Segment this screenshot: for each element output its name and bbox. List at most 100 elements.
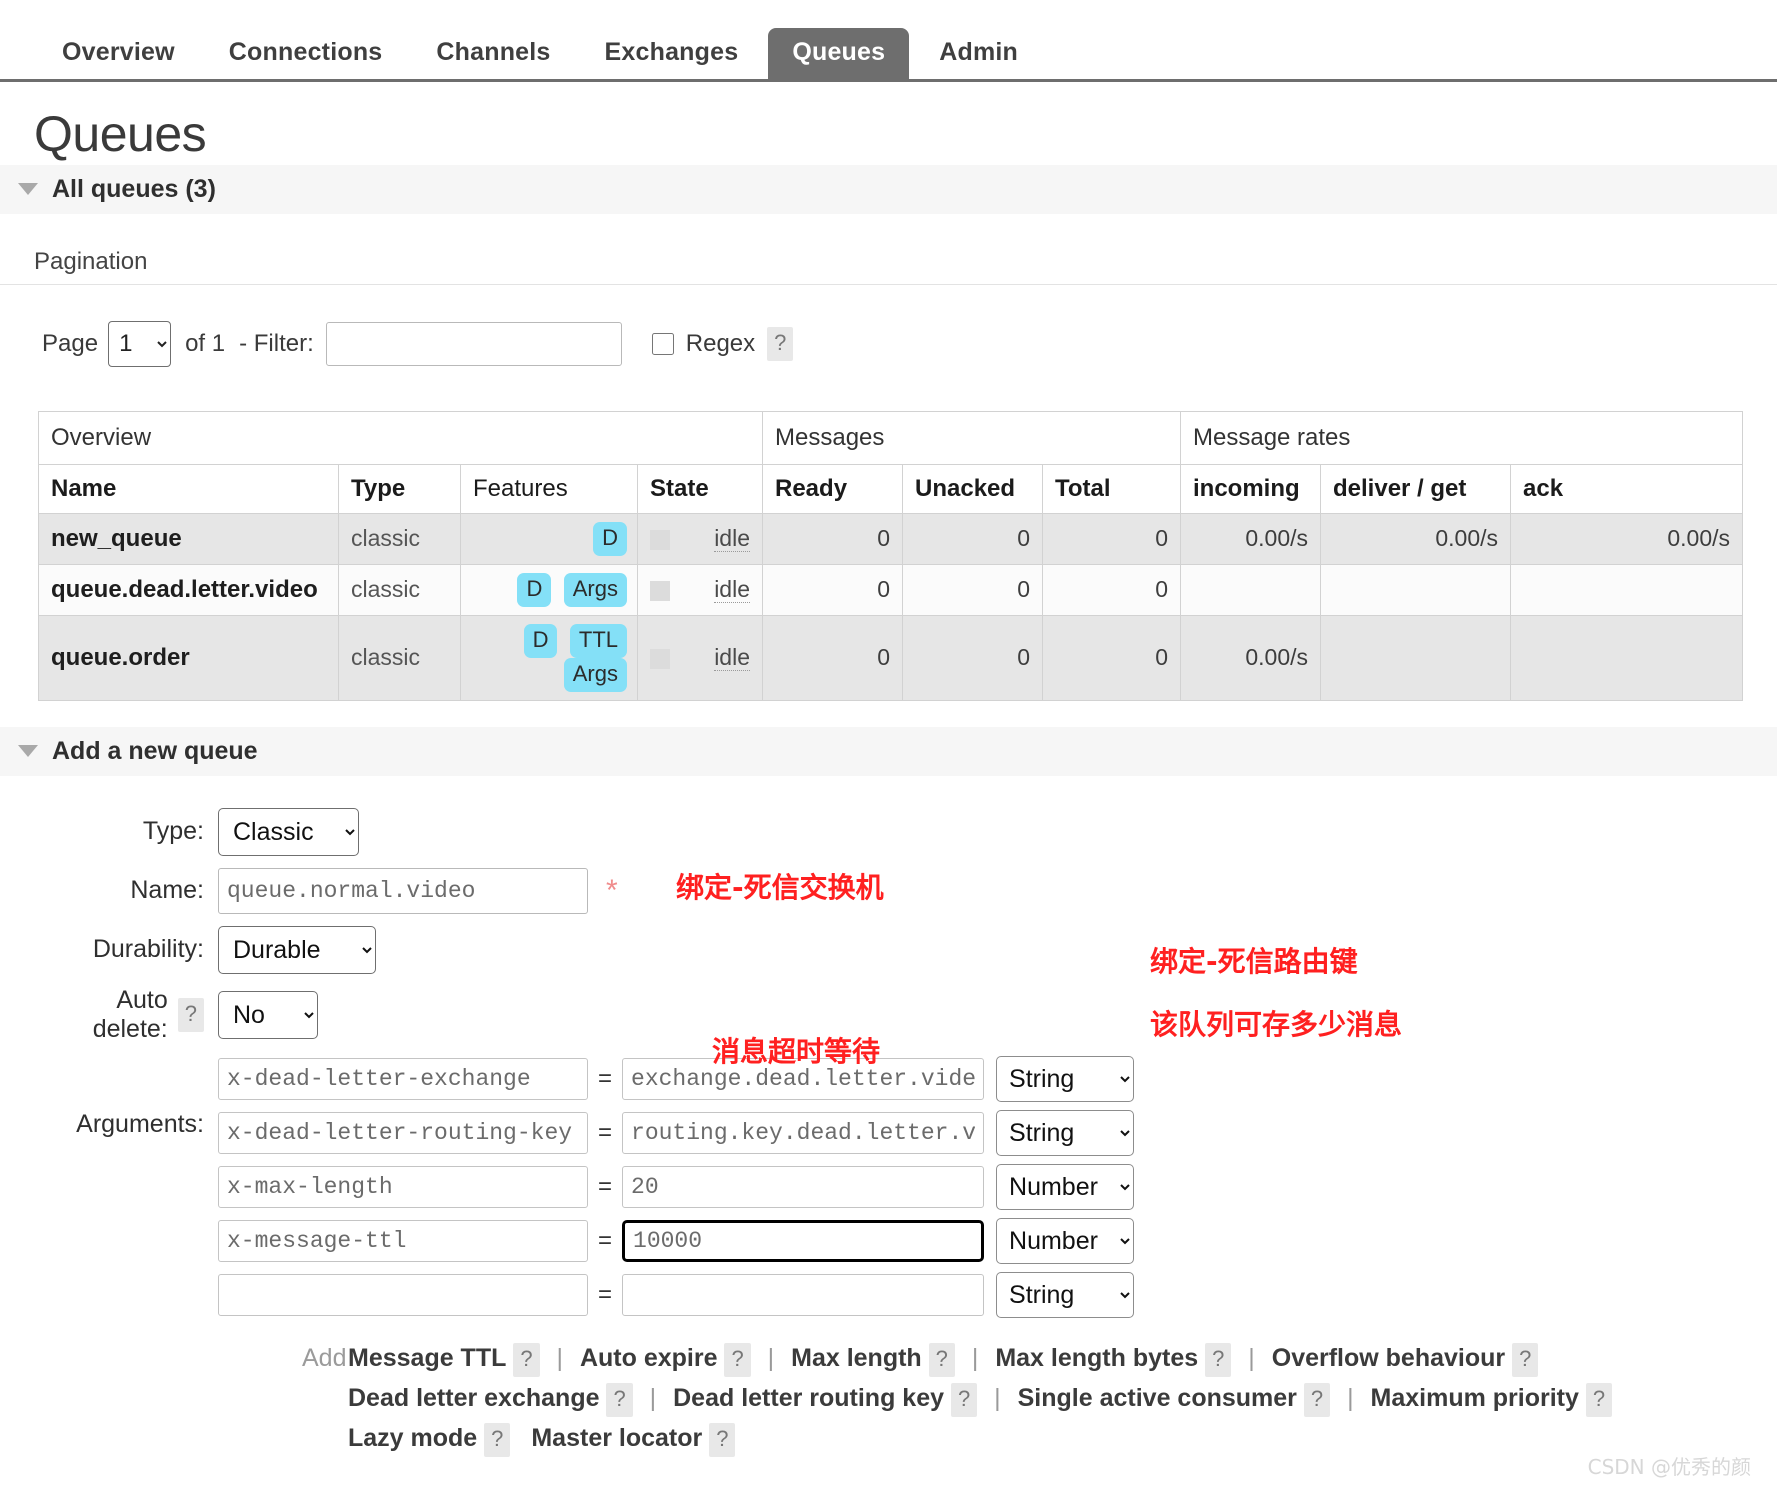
queue-ready-cell: 0 [762, 512, 903, 565]
group-header-messages: Messages [762, 410, 1181, 465]
auto-expire-help-icon[interactable]: ? [724, 1342, 751, 1377]
column-header-type[interactable]: Type [338, 463, 461, 514]
queue-unacked-cell: 0 [902, 614, 1043, 701]
argument-presets: Add Message TTL ? | Auto expire ? | Max … [40, 1338, 1777, 1458]
preset-overflow-behaviour[interactable]: Overflow behaviour [1272, 1344, 1505, 1372]
column-header-ready[interactable]: Ready [762, 463, 903, 514]
auto-delete-select[interactable]: No [218, 990, 318, 1039]
queue-total-cell: 0 [1042, 512, 1181, 565]
preset-separator: | [649, 1383, 657, 1412]
table-row[interactable]: new_queue classic D idle 0 0 0 0.00/s 0.… [38, 512, 1743, 565]
argument-type-select[interactable]: Number [996, 1163, 1135, 1210]
column-header-features[interactable]: Features [460, 463, 638, 514]
preset-separator: | [1248, 1343, 1255, 1372]
state-indicator-icon [650, 580, 671, 601]
queue-name-cell[interactable]: queue.order [38, 614, 339, 701]
queue-features-cell: D Args [460, 563, 638, 616]
lazy-mode-help-icon[interactable]: ? [484, 1422, 511, 1457]
column-header-deliver-get[interactable]: deliver / get [1320, 463, 1511, 514]
preset-auto-expire[interactable]: Auto expire [580, 1344, 718, 1372]
arguments-label: Arguments: [76, 1109, 204, 1138]
queue-ready-cell: 0 [762, 563, 903, 616]
durability-select[interactable]: Durable [218, 925, 376, 974]
argument-key-input[interactable] [218, 1219, 588, 1262]
column-header-total[interactable]: Total [1042, 463, 1181, 514]
state-text: idle [714, 644, 750, 671]
argument-type-select[interactable]: String [996, 1055, 1135, 1102]
argument-row: = Number [218, 1217, 1135, 1264]
column-header-name[interactable]: Name [38, 463, 339, 514]
argument-type-select[interactable]: Number [996, 1217, 1135, 1264]
queue-name-cell[interactable]: queue.dead.letter.video [38, 563, 339, 616]
queue-type-select[interactable]: Classic [218, 807, 359, 856]
nav-tab-overview[interactable]: Overview [38, 28, 199, 79]
queue-name-cell[interactable]: new_queue [38, 512, 339, 565]
preset-message-ttl[interactable]: Message TTL [348, 1344, 506, 1372]
collapse-caret-icon[interactable] [18, 745, 38, 757]
message-ttl-help-icon[interactable]: ? [513, 1342, 540, 1377]
master-locator-help-icon[interactable]: ? [709, 1422, 736, 1457]
queue-type-cell: classic [338, 563, 461, 616]
queue-incoming-cell [1180, 563, 1321, 616]
nav-tab-exchanges[interactable]: Exchanges [581, 28, 763, 79]
argument-value-holder [622, 1111, 985, 1154]
preset-max-length-bytes[interactable]: Max length bytes [995, 1344, 1198, 1372]
state-text: idle [714, 525, 750, 552]
preset-master-locator[interactable]: Master locator [531, 1424, 702, 1452]
column-header-unacked[interactable]: Unacked [902, 463, 1043, 514]
argument-key-input[interactable] [218, 1165, 588, 1208]
filter-input[interactable] [325, 321, 622, 366]
argument-type-select[interactable]: String [996, 1271, 1135, 1318]
nav-tab-channels[interactable]: Channels [412, 28, 574, 79]
add-queue-form: Type: Classic Name: * Durability: Durabl… [0, 807, 1777, 1458]
dead-letter-routing-key-help-icon[interactable]: ? [950, 1382, 978, 1417]
argument-key-input[interactable] [218, 1111, 588, 1154]
add-queue-section-header[interactable]: Add a new queue [0, 726, 1777, 776]
collapse-caret-icon[interactable] [18, 183, 38, 195]
single-active-consumer-help-icon[interactable]: ? [1303, 1382, 1331, 1417]
nav-tab-admin[interactable]: Admin [915, 28, 1042, 79]
maximum-priority-help-icon[interactable]: ? [1585, 1382, 1613, 1417]
all-queues-section-header[interactable]: All queues (3) [0, 164, 1777, 214]
queue-type-cell: classic [338, 512, 461, 565]
argument-key-input[interactable] [218, 1273, 588, 1316]
preset-dead-letter-exchange[interactable]: Dead letter exchange [348, 1384, 600, 1412]
equals-sign: = [598, 1280, 613, 1308]
max-length-help-icon[interactable]: ? [928, 1342, 955, 1377]
regex-help-icon[interactable]: ? [767, 326, 794, 361]
dead-letter-exchange-help-icon[interactable]: ? [606, 1382, 633, 1417]
preset-line-1: Message TTL ? | Auto expire ? | Max leng… [348, 1338, 1777, 1378]
regex-checkbox[interactable] [651, 332, 674, 355]
argument-value-input[interactable] [622, 1165, 985, 1208]
preset-separator: | [1347, 1383, 1354, 1412]
overflow-behaviour-help-icon[interactable]: ? [1512, 1342, 1539, 1377]
state-text: idle [714, 576, 750, 603]
auto-delete-help-icon[interactable]: ? [177, 997, 204, 1032]
arguments-rows: = String = String [218, 1055, 1135, 1326]
equals-sign: = [598, 1226, 613, 1254]
preset-max-length[interactable]: Max length [791, 1344, 922, 1372]
column-header-state[interactable]: State [637, 463, 763, 514]
preset-dead-letter-routing-key[interactable]: Dead letter routing key [673, 1384, 944, 1412]
queue-name-input[interactable] [218, 867, 588, 914]
argument-value-input[interactable] [622, 1273, 985, 1316]
table-row[interactable]: queue.order classic D TTL Args idle 0 0 … [38, 614, 1743, 701]
queue-deliver-get-cell [1320, 563, 1511, 616]
queue-state-cell: idle [637, 563, 763, 616]
preset-lazy-mode[interactable]: Lazy mode [348, 1424, 477, 1452]
preset-single-active-consumer[interactable]: Single active consumer [1018, 1384, 1297, 1412]
table-row[interactable]: queue.dead.letter.video classic D Args i… [38, 563, 1743, 616]
max-length-bytes-help-icon[interactable]: ? [1205, 1342, 1232, 1377]
nav-tab-connections[interactable]: Connections [205, 28, 407, 79]
column-header-incoming[interactable]: incoming [1180, 463, 1321, 514]
preset-maximum-priority[interactable]: Maximum priority [1371, 1384, 1579, 1412]
argument-key-input[interactable] [218, 1057, 588, 1100]
argument-value-input[interactable] [622, 1219, 985, 1262]
argument-row: = String [218, 1271, 1135, 1318]
column-header-ack[interactable]: ack [1510, 463, 1743, 514]
page-select[interactable]: 1 [108, 320, 172, 367]
main-navbar: Overview Connections Channels Exchanges … [0, 0, 1777, 82]
argument-value-input[interactable] [622, 1111, 985, 1154]
nav-tab-queues[interactable]: Queues [768, 28, 910, 79]
argument-type-select[interactable]: String [996, 1109, 1135, 1156]
